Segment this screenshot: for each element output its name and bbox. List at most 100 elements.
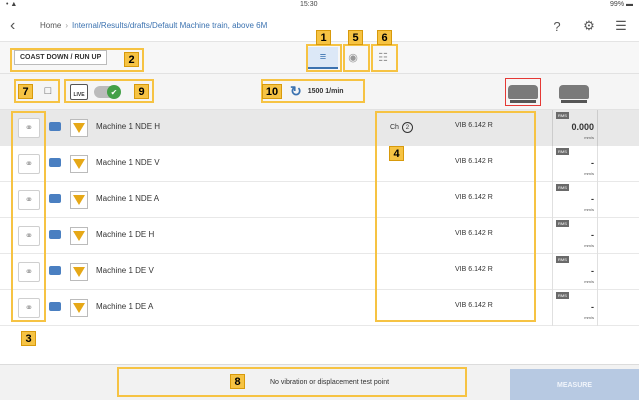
- value-cell: RMS - mm/s: [552, 182, 598, 218]
- list-item[interactable]: ⚭ Machine 1 NDE V VIB 6.142 R RMS - mm/s: [0, 146, 639, 182]
- machine-thumbnail-2[interactable]: [556, 78, 592, 106]
- toolbar: COAST DOWN / RUN UP ≡ ◉ ☷: [0, 42, 639, 74]
- measurement-value: 0.000: [571, 122, 594, 132]
- breadcrumb-path-tail[interactable]: M: [261, 21, 268, 30]
- document-icon[interactable]: □: [41, 85, 55, 101]
- list-item[interactable]: ⚭ Machine 1 DE V VIB 6.142 R RMS - mm/s: [0, 254, 639, 290]
- sensor-icon: [49, 230, 61, 239]
- sensor-model: VIB 6.142 R: [455, 194, 493, 201]
- sensor-model: VIB 6.142 R: [455, 230, 493, 237]
- vibration-type-icon[interactable]: [70, 191, 88, 209]
- measurement-point-name: Machine 1 NDE H: [96, 122, 161, 131]
- breadcrumb-path[interactable]: Internal/Results/drafts/Default Machine …: [72, 21, 261, 30]
- callout-3: 3: [21, 331, 36, 346]
- bottom-bar: No vibration or displacement test point …: [0, 364, 639, 400]
- measurement-value: -: [591, 230, 594, 240]
- vibration-type-icon[interactable]: [70, 119, 88, 137]
- measurement-unit: mm/s: [584, 171, 594, 176]
- status-time: 15:30: [300, 1, 318, 8]
- vibration-type-icon[interactable]: [70, 263, 88, 281]
- measurement-unit: mm/s: [584, 207, 594, 212]
- callout-9: 9: [134, 84, 149, 99]
- callout-2: 2: [124, 52, 139, 67]
- measurement-value: -: [591, 266, 594, 276]
- rms-badge: RMS: [556, 292, 569, 299]
- link-icon[interactable]: ⚭: [18, 298, 40, 318]
- measurement-point-name: Machine 1 DE A: [96, 302, 154, 311]
- live-switch[interactable]: ✔: [94, 85, 121, 99]
- value-cell: RMS - mm/s: [552, 218, 598, 254]
- callout-8: 8: [230, 374, 245, 389]
- breadcrumb-separator: ›: [65, 21, 69, 30]
- menu-icon[interactable]: ☰: [611, 17, 631, 35]
- value-cell: RMS - mm/s: [552, 254, 598, 290]
- list-item[interactable]: ⚭ Machine 1 NDE H Ch 2 VIB 6.142 R RMS 0.…: [0, 110, 639, 146]
- vibration-type-icon[interactable]: [70, 227, 88, 245]
- check-icon: ✔: [107, 85, 121, 99]
- live-icon: LIVE: [70, 84, 88, 100]
- rms-badge: RMS: [556, 148, 569, 155]
- sensor-icon: [49, 194, 61, 203]
- value-cell: RMS - mm/s: [552, 290, 598, 326]
- rms-badge: RMS: [556, 256, 569, 263]
- measurement-value: -: [591, 158, 594, 168]
- back-button[interactable]: ‹: [10, 16, 26, 36]
- list-item[interactable]: ⚭ Machine 1 NDE A VIB 6.142 R RMS - mm/s: [0, 182, 639, 218]
- measurement-list: ⚭ Machine 1 NDE H Ch 2 VIB 6.142 R RMS 0.…: [0, 110, 639, 326]
- link-icon[interactable]: ⚭: [18, 118, 40, 138]
- sensor-icon: [49, 302, 61, 311]
- measurement-unit: mm/s: [584, 243, 594, 248]
- sensor-icon: [49, 158, 61, 167]
- mode-button[interactable]: COAST DOWN / RUN UP: [14, 50, 108, 65]
- breadcrumb-home[interactable]: Home: [40, 21, 61, 30]
- callout-1: 1: [316, 30, 331, 45]
- status-message: No vibration or displacement test point: [270, 379, 390, 386]
- vibration-type-icon[interactable]: [70, 155, 88, 173]
- measurement-unit: mm/s: [584, 315, 594, 320]
- vibration-type-icon[interactable]: [70, 299, 88, 317]
- sensor-model: VIB 6.142 R: [455, 122, 493, 129]
- refresh-icon: ↻: [290, 83, 302, 99]
- callout-5: 5: [348, 30, 363, 45]
- link-icon[interactable]: ⚭: [18, 154, 40, 174]
- rms-badge: RMS: [556, 220, 569, 227]
- rms-badge: RMS: [556, 184, 569, 191]
- measure-button[interactable]: MEASURE: [510, 369, 639, 400]
- nav-icons: ? ⚙ ☰: [547, 17, 631, 35]
- sensor-model: VIB 6.142 R: [455, 158, 493, 165]
- list-item[interactable]: ⚭ Machine 1 DE H VIB 6.142 R RMS - mm/s: [0, 218, 639, 254]
- measurement-unit: mm/s: [584, 279, 594, 284]
- settings-icon[interactable]: ⚙: [579, 17, 599, 35]
- list-item[interactable]: ⚭ Machine 1 DE A VIB 6.142 R RMS - mm/s: [0, 290, 639, 326]
- status-icons: • ▲: [6, 1, 18, 8]
- sensor-icon: [49, 122, 61, 131]
- visibility-view-icon[interactable]: ◉: [338, 47, 368, 69]
- help-icon[interactable]: ?: [547, 17, 567, 35]
- channel-number: 2: [401, 122, 413, 133]
- machine-thumbnail-1[interactable]: [505, 78, 541, 106]
- callout-7: 7: [18, 84, 33, 99]
- measurement-point-name: Machine 1 NDE A: [96, 194, 160, 203]
- sub-toolbar: □ LIVE ✔ ↻ 1500 1/min: [0, 74, 639, 110]
- live-toggle[interactable]: LIVE ✔: [70, 83, 122, 101]
- value-cell: RMS 0.000 mm/s: [552, 110, 598, 146]
- breadcrumb: Home › Internal/Results/drafts/Default Mac…: [40, 21, 340, 30]
- link-icon[interactable]: ⚭: [18, 262, 40, 282]
- rms-badge: RMS: [556, 112, 569, 119]
- view-tabs: ≡ ◉ ☷: [308, 47, 398, 69]
- channel-indicator: Ch 2: [390, 122, 413, 133]
- list-view-icon[interactable]: ≡: [308, 47, 338, 69]
- channel-label: Ch: [390, 124, 399, 131]
- rpm-indicator[interactable]: ↻ 1500 1/min: [290, 84, 344, 98]
- machine-icon: [559, 85, 589, 103]
- measurement-point-name: Machine 1 DE H: [96, 230, 155, 239]
- sensor-model: VIB 6.142 R: [455, 266, 493, 273]
- sensor-icon: [49, 266, 61, 275]
- link-icon[interactable]: ⚭: [18, 190, 40, 210]
- link-icon[interactable]: ⚭: [18, 226, 40, 246]
- status-bar: • ▲ 15:30 99% ▬: [0, 0, 639, 12]
- value-cell: RMS - mm/s: [552, 146, 598, 182]
- grid-view-icon[interactable]: ☷: [368, 47, 398, 69]
- measurement-unit: mm/s: [584, 135, 594, 140]
- callout-6: 6: [377, 30, 392, 45]
